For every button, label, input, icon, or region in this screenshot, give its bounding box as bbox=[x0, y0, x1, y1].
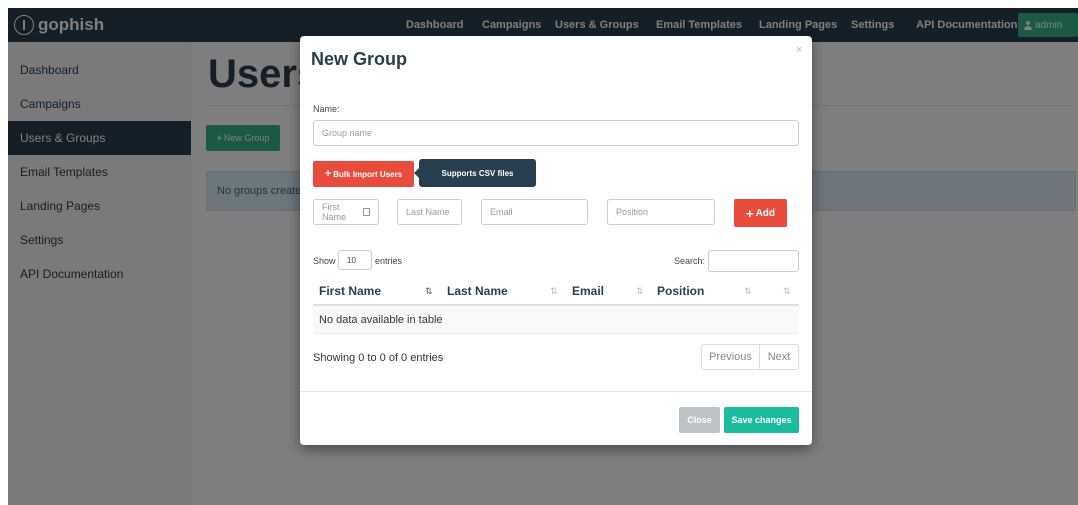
first-name-placeholder: First Name bbox=[322, 202, 347, 222]
modal-title: New Group bbox=[311, 49, 408, 69]
search-input[interactable] bbox=[708, 250, 799, 272]
sort-icon: ⇅ bbox=[744, 286, 752, 296]
column-header-email[interactable]: Email bbox=[572, 284, 604, 298]
sort-icon: ⇅ bbox=[550, 286, 558, 296]
bulk-import-label: Bulk Import Users bbox=[333, 169, 403, 179]
save-changes-button[interactable]: Save changes bbox=[724, 407, 799, 433]
add-label: Add bbox=[755, 207, 776, 219]
close-button[interactable]: Close bbox=[679, 407, 720, 433]
entries-label: entries bbox=[375, 256, 403, 266]
column-header-last-name[interactable]: Last Name bbox=[447, 284, 508, 298]
show-label: Show bbox=[313, 256, 336, 266]
add-user-button[interactable]: + Add bbox=[734, 199, 787, 227]
bulk-import-button[interactable]: + Bulk Import Users bbox=[313, 161, 414, 187]
new-group-modal: New Group × Name: Group name + Bulk Impo… bbox=[300, 36, 812, 445]
plus-icon: + bbox=[324, 168, 332, 180]
sort-icon: ⇅ bbox=[783, 286, 791, 296]
group-name-input[interactable]: Group name bbox=[313, 120, 799, 146]
column-header-first-name[interactable]: First Name bbox=[319, 284, 381, 298]
email-input[interactable]: Email bbox=[481, 199, 588, 225]
autofill-icon bbox=[362, 208, 370, 216]
sort-ascending-icon: ⇅ bbox=[425, 286, 433, 296]
modal-footer-divider bbox=[300, 391, 812, 392]
pagination: Previous Next bbox=[701, 344, 799, 370]
position-input[interactable]: Position bbox=[607, 199, 715, 225]
previous-page-button[interactable]: Previous bbox=[702, 345, 760, 369]
next-page-button[interactable]: Next bbox=[760, 345, 798, 369]
plus-icon: + bbox=[745, 205, 754, 221]
entries-select[interactable]: 10 bbox=[338, 250, 372, 270]
column-header-position[interactable]: Position bbox=[657, 284, 704, 298]
first-name-input[interactable]: First Name bbox=[313, 199, 379, 225]
name-label: Name: bbox=[313, 104, 340, 114]
search-label: Search: bbox=[674, 256, 706, 266]
table-empty-row: No data available in table bbox=[313, 306, 799, 334]
sort-icon: ⇅ bbox=[636, 286, 644, 296]
csv-tooltip: Supports CSV files bbox=[414, 159, 536, 187]
last-name-input[interactable]: Last Name bbox=[397, 199, 462, 225]
close-icon[interactable]: × bbox=[796, 44, 802, 56]
app-window: gophish Dashboard Campaigns Users & Grou… bbox=[8, 8, 1078, 505]
table-info: Showing 0 to 0 of 0 entries bbox=[313, 352, 444, 364]
